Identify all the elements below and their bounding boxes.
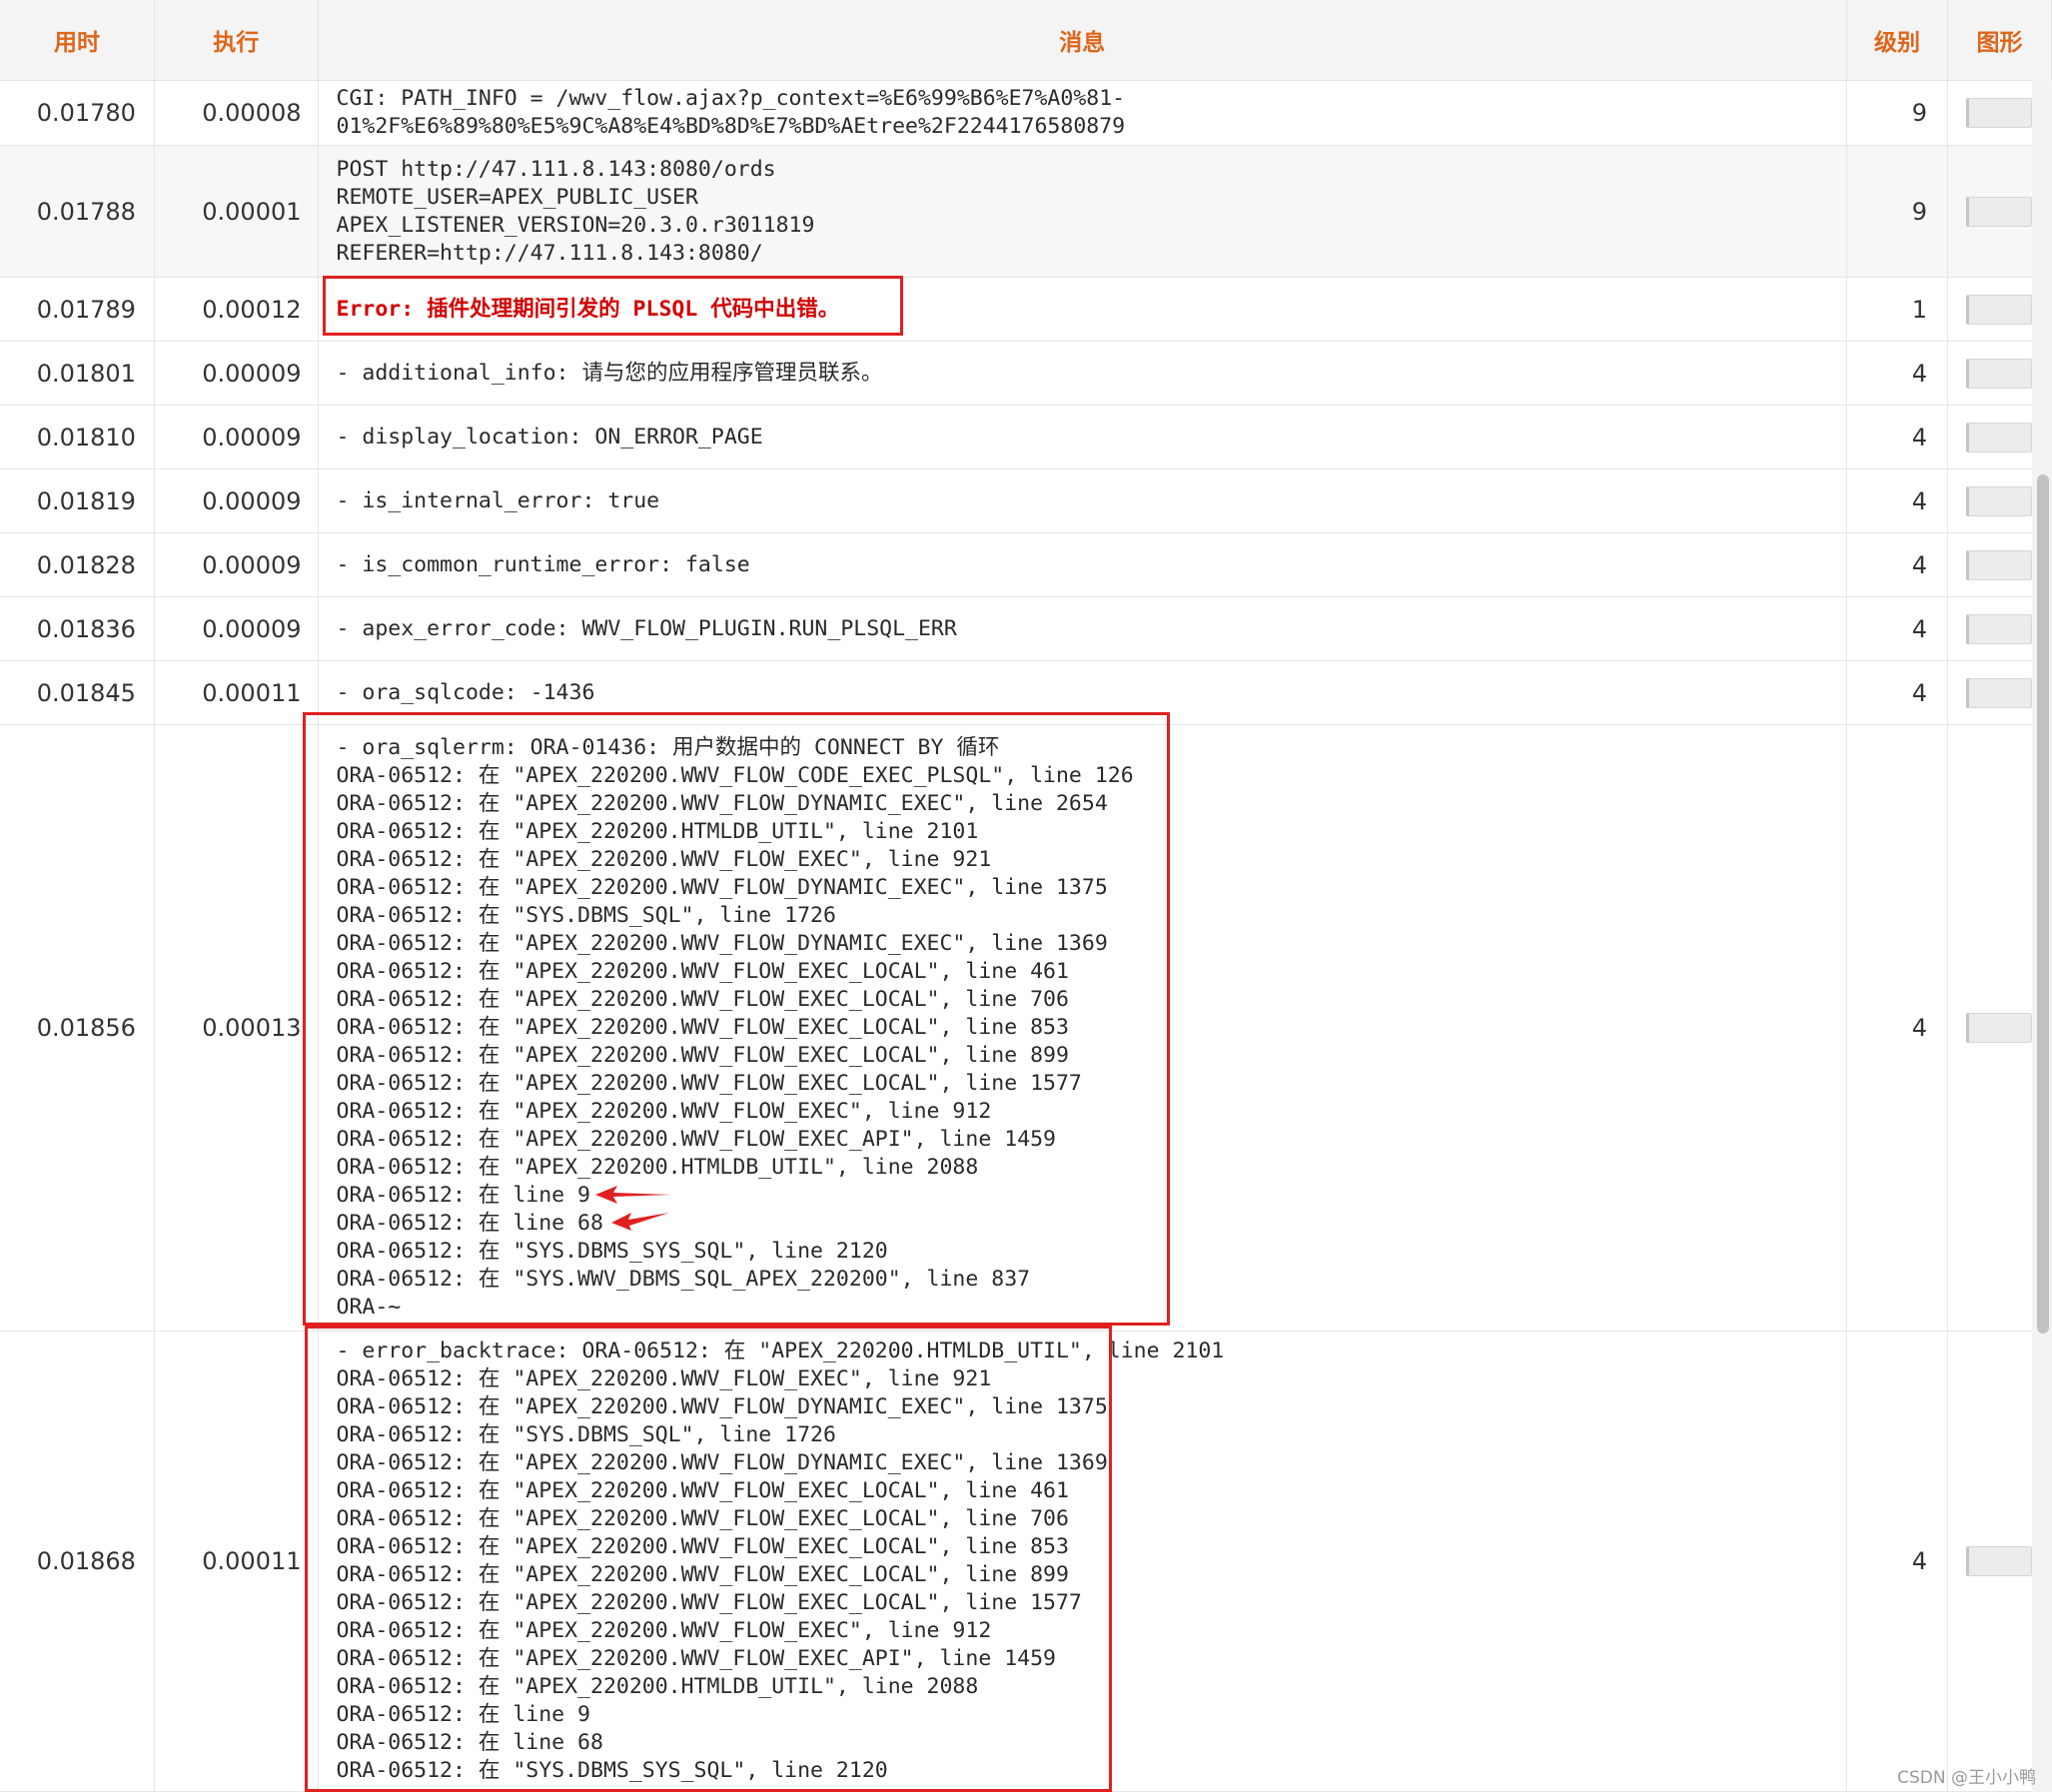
level-cell: 1 xyxy=(1846,277,1948,342)
graph-bar xyxy=(1966,358,2033,389)
column-header-execution[interactable]: 执行 xyxy=(154,0,319,81)
message-text: - apex_error_code: WWV_FLOW_PLUGIN.RUN_P… xyxy=(336,615,957,641)
table-row: 0.01868 0.00011 - error_backtrace: ORA-0… xyxy=(0,1331,2052,1792)
graph-bar xyxy=(1966,677,2033,708)
column-header-graph[interactable]: 图形 xyxy=(1947,0,2052,81)
message-cell: - is_common_runtime_error: false xyxy=(318,532,1848,597)
table-row: 0.01780 0.00008 CGI: PATH_INFO = /wwv_fl… xyxy=(0,80,2052,146)
debug-messages-table: 用时 执行 消息 级别 图形 0.01780 0.00008 CGI: PATH… xyxy=(0,0,2052,1792)
message-text: POST http://47.111.8.143:8080/ords REMOT… xyxy=(336,156,815,266)
message-cell: POST http://47.111.8.143:8080/ords REMOT… xyxy=(318,145,1848,278)
message-text: - ora_sqlerrm: ORA-01436: 用户数据中的 CONNECT… xyxy=(336,735,1134,1320)
message-cell: Error: 插件处理期间引发的 PLSQL 代码中出错。 xyxy=(318,277,1848,342)
level-cell: 4 xyxy=(1846,468,1948,533)
execution-cell: 0.00012 xyxy=(154,277,319,342)
message-cell: - apex_error_code: WWV_FLOW_PLUGIN.RUN_P… xyxy=(318,596,1848,661)
table-row: 0.01856 0.00013 - ora_sqlerrm: ORA-01436… xyxy=(0,724,2052,1332)
message-cell: - ora_sqlerrm: ORA-01436: 用户数据中的 CONNECT… xyxy=(318,724,1848,1332)
execution-cell: 0.00011 xyxy=(154,1331,319,1792)
table-row: 0.01788 0.00001 POST http://47.111.8.143… xyxy=(0,145,2052,278)
level-cell: 4 xyxy=(1846,532,1948,597)
table-row: 0.01845 0.00011 - ora_sqlcode: -1436 4 xyxy=(0,660,2052,725)
table-row: 0.01810 0.00009 - display_location: ON_E… xyxy=(0,405,2052,469)
execution-cell: 0.00009 xyxy=(154,468,319,533)
message-text: - is_internal_error: true xyxy=(336,487,660,513)
table-row: 0.01789 0.00012 Error: 插件处理期间引发的 PLSQL 代… xyxy=(0,277,2052,342)
level-cell: 9 xyxy=(1846,80,1948,146)
execution-cell: 0.00011 xyxy=(154,660,319,725)
graph-bar xyxy=(1966,1546,2033,1576)
elapsed-cell: 0.01856 xyxy=(0,724,155,1332)
level-cell: 4 xyxy=(1846,660,1948,725)
execution-cell: 0.00009 xyxy=(154,532,319,597)
column-header-level[interactable]: 级别 xyxy=(1846,0,1948,81)
execution-cell: 0.00013 xyxy=(154,724,319,1332)
scrollbar-thumb[interactable] xyxy=(2037,474,2049,1334)
level-cell: 4 xyxy=(1846,724,1948,1332)
table-row: 0.01836 0.00009 - apex_error_code: WWV_F… xyxy=(0,596,2052,661)
table-row: 0.01801 0.00009 - additional_info: 请与您的应… xyxy=(0,341,2052,406)
graph-bar xyxy=(1966,196,2033,227)
message-text: - ora_sqlcode: -1436 xyxy=(336,679,595,705)
column-header-elapsed[interactable]: 用时 xyxy=(0,0,155,81)
message-text: - is_common_runtime_error: false xyxy=(336,551,750,577)
graph-bar xyxy=(1966,549,2033,580)
message-cell: - additional_info: 请与您的应用程序管理员联系。 xyxy=(318,341,1848,406)
execution-cell: 0.00008 xyxy=(154,80,319,146)
message-text: - display_location: ON_ERROR_PAGE xyxy=(336,424,763,449)
elapsed-cell: 0.01788 xyxy=(0,145,155,278)
message-cell: - is_internal_error: true xyxy=(318,468,1848,533)
level-cell: 4 xyxy=(1846,341,1948,406)
message-text: - error_backtrace: ORA-06512: 在 "APEX_22… xyxy=(336,1339,1225,1783)
error-message-text: Error: 插件处理期间引发的 PLSQL 代码中出错。 xyxy=(336,296,840,322)
execution-cell: 0.00009 xyxy=(154,405,319,469)
table-row: 0.01828 0.00009 - is_common_runtime_erro… xyxy=(0,532,2052,597)
elapsed-cell: 0.01836 xyxy=(0,596,155,661)
column-header-message[interactable]: 消息 xyxy=(318,0,1848,81)
execution-cell: 0.00001 xyxy=(154,145,319,278)
message-cell: - display_location: ON_ERROR_PAGE xyxy=(318,405,1848,469)
execution-cell: 0.00009 xyxy=(154,341,319,406)
level-cell: 4 xyxy=(1846,596,1948,661)
level-cell: 4 xyxy=(1846,405,1948,469)
execution-cell: 0.00009 xyxy=(154,596,319,661)
table-header-row: 用时 执行 消息 级别 图形 xyxy=(0,0,2052,81)
graph-bar xyxy=(1966,485,2033,516)
elapsed-cell: 0.01868 xyxy=(0,1331,155,1792)
elapsed-cell: 0.01845 xyxy=(0,660,155,725)
elapsed-cell: 0.01810 xyxy=(0,405,155,469)
elapsed-cell: 0.01828 xyxy=(0,532,155,597)
message-text: - additional_info: 请与您的应用程序管理员联系。 xyxy=(336,360,883,386)
message-cell: - ora_sqlcode: -1436 xyxy=(318,660,1848,725)
level-cell: 4 xyxy=(1846,1331,1948,1792)
level-cell: 9 xyxy=(1846,145,1948,278)
elapsed-cell: 0.01819 xyxy=(0,468,155,533)
graph-bar xyxy=(1966,294,2033,325)
message-cell: CGI: PATH_INFO = /wwv_flow.ajax?p_contex… xyxy=(318,80,1848,146)
elapsed-cell: 0.01789 xyxy=(0,277,155,342)
message-text: CGI: PATH_INFO = /wwv_flow.ajax?p_contex… xyxy=(336,86,1126,139)
watermark: CSDN @王小小鸭 xyxy=(1897,1768,2036,1788)
message-cell: - error_backtrace: ORA-06512: 在 "APEX_22… xyxy=(318,1331,1848,1792)
graph-bar xyxy=(1966,613,2033,644)
graph-bar xyxy=(1966,98,2033,128)
graph-bar xyxy=(1966,422,2033,452)
elapsed-cell: 0.01801 xyxy=(0,341,155,406)
elapsed-cell: 0.01780 xyxy=(0,80,155,146)
table-row: 0.01819 0.00009 - is_internal_error: tru… xyxy=(0,468,2052,533)
graph-bar xyxy=(1966,1013,2033,1043)
